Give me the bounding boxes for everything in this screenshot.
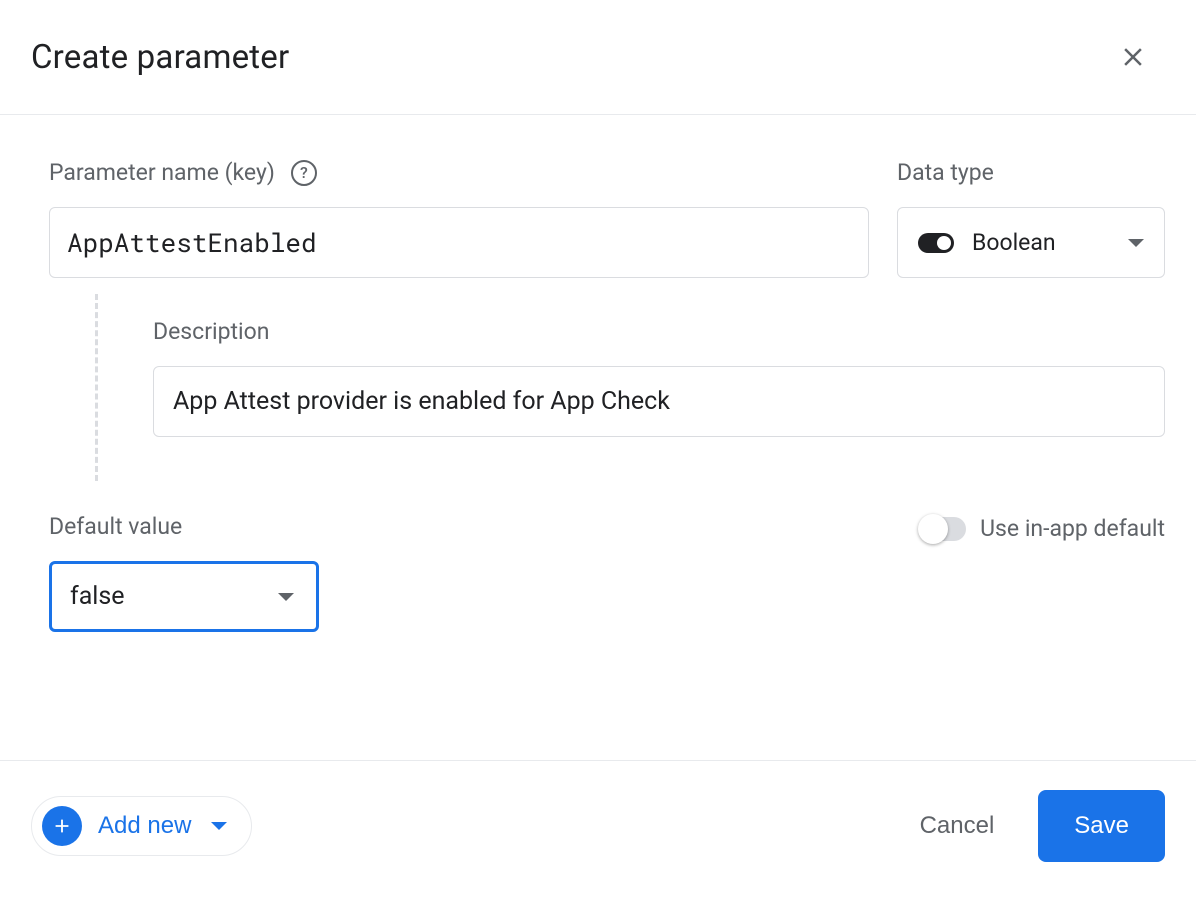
cancel-button[interactable]: Cancel xyxy=(920,812,995,840)
default-value-field: Default value false xyxy=(49,513,319,632)
chevron-down-icon xyxy=(1128,239,1144,247)
dialog-title: Create parameter xyxy=(31,38,289,77)
parameter-name-field: Parameter name (key) ? xyxy=(49,159,869,278)
in-app-default-toggle[interactable] xyxy=(920,517,966,541)
in-app-default-label: Use in-app default xyxy=(980,515,1165,542)
plus-icon xyxy=(42,806,82,846)
parameter-name-label-text: Parameter name (key) xyxy=(49,159,275,186)
description-input[interactable] xyxy=(153,366,1165,437)
parameter-name-input[interactable] xyxy=(49,207,869,278)
help-icon[interactable]: ? xyxy=(291,160,317,186)
add-new-label: Add new xyxy=(98,812,191,840)
chevron-down-icon xyxy=(211,822,227,830)
add-new-button[interactable]: Add new xyxy=(31,796,252,856)
data-type-value: Boolean xyxy=(972,229,1056,256)
dialog-header: Create parameter xyxy=(0,0,1196,115)
boolean-icon xyxy=(918,233,954,253)
chevron-down-icon xyxy=(278,593,294,601)
default-value-label-text: Default value xyxy=(49,513,182,540)
dialog-footer: Add new Cancel Save xyxy=(0,760,1196,890)
description-label-text: Description xyxy=(153,318,269,345)
description-section: Description xyxy=(95,294,1165,481)
default-value-text: false xyxy=(70,582,125,611)
default-value-row: Default value false Use in-app default xyxy=(49,513,1165,632)
data-type-label: Data type xyxy=(897,159,1165,186)
row-name-type: Parameter name (key) ? Data type Boolean xyxy=(49,159,1165,278)
footer-actions: Cancel Save xyxy=(920,790,1165,862)
data-type-select[interactable]: Boolean xyxy=(897,207,1165,278)
default-value-select[interactable]: false xyxy=(49,561,319,632)
parameter-name-label: Parameter name (key) ? xyxy=(49,159,869,186)
in-app-default-group: Use in-app default xyxy=(920,515,1165,542)
default-value-label: Default value xyxy=(49,513,319,540)
data-type-field: Data type Boolean xyxy=(897,159,1165,278)
close-button[interactable] xyxy=(1109,33,1157,81)
close-icon xyxy=(1118,42,1148,72)
data-type-label-text: Data type xyxy=(897,159,994,186)
description-label: Description xyxy=(153,318,1165,345)
dialog-content: Parameter name (key) ? Data type Boolean… xyxy=(0,115,1196,632)
save-button[interactable]: Save xyxy=(1038,790,1165,862)
